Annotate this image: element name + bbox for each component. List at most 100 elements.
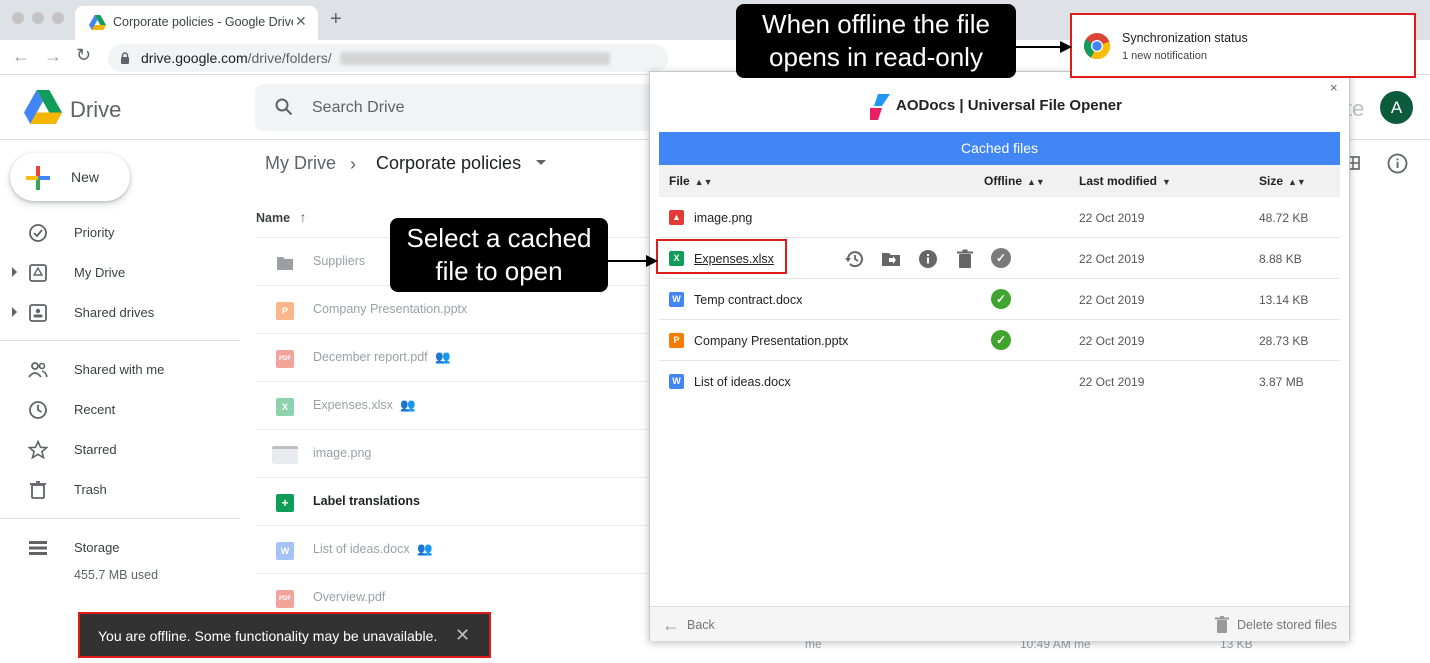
- table-row[interactable]: W Temp contract.docx ✓ 22 Oct 2019 13.14…: [659, 279, 1340, 320]
- file-row[interactable]: PDF December report.pdf 👥: [256, 333, 651, 381]
- cached-file-date: 22 Oct 2019: [1079, 252, 1145, 266]
- sidebar-item-recent[interactable]: Recent: [0, 394, 240, 426]
- file-name-text: December report.pdf: [313, 350, 428, 364]
- column-header-name[interactable]: Name ↑: [256, 209, 307, 225]
- sidebar-item-shared-with-me[interactable]: Shared with me: [0, 354, 240, 386]
- table-header: File ▲▼ Offline ▲▼ Last modified ▼ Size ▲▼: [659, 165, 1340, 197]
- sidebar-item-my-drive[interactable]: My Drive: [0, 257, 240, 289]
- window-zoom-dot[interactable]: [52, 12, 64, 24]
- sort-both-icon: ▲▼: [1027, 177, 1045, 187]
- search-icon[interactable]: [275, 98, 293, 116]
- toast-message: You are offline. Some functionality may …: [98, 628, 438, 644]
- url-path: /drive/folders/: [247, 50, 332, 66]
- delete-stored-files-button[interactable]: Delete stored files: [1237, 618, 1337, 632]
- chrome-icon: [1083, 33, 1111, 60]
- sync-status-title: Synchronization status: [1122, 31, 1248, 45]
- sidebar-item-priority[interactable]: Priority: [0, 217, 240, 249]
- table-row[interactable]: P Company Presentation.pptx ✓ 22 Oct 201…: [659, 320, 1340, 361]
- info-icon[interactable]: [918, 249, 938, 269]
- trash-icon[interactable]: [955, 249, 975, 269]
- table-row[interactable]: ▲ image.png 22 Oct 2019 48.72 KB: [659, 197, 1340, 238]
- back-arrow-icon[interactable]: ←: [12, 46, 30, 67]
- window-minimize-dot[interactable]: [32, 12, 44, 24]
- sync-status-subtitle: 1 new notification: [1122, 50, 1207, 62]
- plus-icon: [26, 166, 50, 190]
- cached-file-name[interactable]: Temp contract.docx: [694, 293, 802, 307]
- file-row[interactable]: X Expenses.xlsx 👥: [256, 381, 651, 429]
- table-row[interactable]: W List of ideas.docx 22 Oct 2019 3.87 MB: [659, 361, 1340, 402]
- callout-line: opens in read-only: [769, 42, 983, 72]
- cached-file-size: 28.73 KB: [1259, 334, 1309, 348]
- column-header-file[interactable]: File ▲▼: [669, 174, 713, 188]
- forward-arrow-icon[interactable]: →: [44, 46, 62, 67]
- back-arrow-icon[interactable]: ←: [662, 615, 680, 636]
- cached-files-tab[interactable]: Cached files: [659, 132, 1340, 165]
- column-header-label: Size: [1259, 174, 1284, 188]
- trash-icon[interactable]: [1215, 616, 1229, 633]
- url-host: drive.google.com: [141, 50, 248, 66]
- file-row[interactable]: image.png: [256, 429, 651, 477]
- image-icon: [272, 446, 298, 464]
- url-redacted: [340, 52, 610, 65]
- toast-close-icon[interactable]: ✕: [455, 625, 470, 646]
- cached-file-name[interactable]: image.png: [694, 211, 752, 225]
- callout-line: file to open: [435, 256, 563, 286]
- move-to-folder-icon[interactable]: [881, 249, 901, 269]
- reload-icon[interactable]: ↻: [76, 45, 91, 66]
- sidebar-item-starred[interactable]: Starred: [0, 434, 240, 466]
- dialog-close-icon[interactable]: ×: [1330, 80, 1338, 95]
- window-close-dot[interactable]: [12, 12, 24, 24]
- shared-people-icon: 👥: [435, 350, 451, 364]
- callout-line: When offline the file: [762, 9, 990, 39]
- shared-people-icon: 👥: [417, 542, 433, 556]
- column-header-label: Offline: [984, 174, 1022, 188]
- avatar[interactable]: A: [1380, 91, 1413, 124]
- breadcrumb-current-folder[interactable]: Corporate policies: [376, 153, 521, 174]
- breadcrumb-chevron-icon: ›: [350, 154, 356, 174]
- history-icon[interactable]: [844, 249, 864, 269]
- new-button[interactable]: New: [10, 153, 130, 201]
- breadcrumb-my-drive[interactable]: My Drive: [265, 153, 336, 174]
- star-icon: [28, 440, 48, 460]
- offline-check-icon[interactable]: ✓: [991, 248, 1011, 268]
- new-tab-icon[interactable]: +: [330, 8, 342, 31]
- url-field[interactable]: drive.google.com/drive/folders/: [108, 44, 668, 72]
- info-icon[interactable]: [1387, 153, 1408, 174]
- search-input[interactable]: Search Drive: [312, 99, 404, 117]
- folder-menu-caret-icon[interactable]: [536, 160, 546, 165]
- sort-both-icon: ▲▼: [694, 177, 713, 187]
- expenses-highlight-box: [656, 239, 787, 274]
- expand-arrow-icon[interactable]: [12, 307, 17, 317]
- docs-file-icon: W: [669, 292, 684, 307]
- storage-icon: [29, 541, 47, 555]
- offline-check-icon: ✓: [991, 289, 1011, 309]
- sidebar-item-trash[interactable]: Trash: [0, 474, 240, 506]
- tab-close-icon[interactable]: ✕: [295, 13, 307, 30]
- new-button-label: New: [71, 169, 100, 185]
- search-bar[interactable]: Search Drive: [255, 84, 675, 131]
- file-row[interactable]: P Company Presentation.pptx: [256, 285, 651, 333]
- cached-file-date: 22 Oct 2019: [1079, 375, 1145, 389]
- expand-arrow-icon[interactable]: [12, 267, 17, 277]
- column-header-label: Name: [256, 211, 291, 225]
- sidebar-item-shared-drives[interactable]: Shared drives: [0, 297, 240, 329]
- sort-both-icon: ▲▼: [1288, 177, 1306, 187]
- file-name-text: Expenses.xlsx: [313, 398, 393, 412]
- cached-file-name[interactable]: List of ideas.docx: [694, 375, 791, 389]
- callout-line: Select a cached: [406, 223, 592, 253]
- sidebar-item-label: My Drive: [74, 265, 126, 280]
- back-button[interactable]: Back: [687, 618, 715, 632]
- sync-status-notification[interactable]: Synchronization status 1 new notificatio…: [1070, 13, 1416, 78]
- file-row[interactable]: + Label translations: [256, 477, 651, 525]
- column-header-last-modified[interactable]: Last modified ▼: [1079, 174, 1171, 188]
- sidebar-item-label: Trash: [74, 482, 107, 497]
- file-name: image.png: [313, 446, 372, 460]
- pdf-icon: PDF: [276, 350, 294, 368]
- browser-tab[interactable]: Corporate policies - Google Drive ✕: [75, 6, 318, 40]
- column-header-offline[interactable]: Offline ▲▼: [984, 174, 1045, 188]
- cached-file-name[interactable]: Company Presentation.pptx: [694, 334, 848, 348]
- sidebar-item-storage[interactable]: Storage: [0, 532, 240, 564]
- column-header-label: File: [669, 174, 690, 188]
- file-row[interactable]: W List of ideas.docx 👥: [256, 525, 651, 573]
- column-header-size[interactable]: Size ▲▼: [1259, 174, 1306, 188]
